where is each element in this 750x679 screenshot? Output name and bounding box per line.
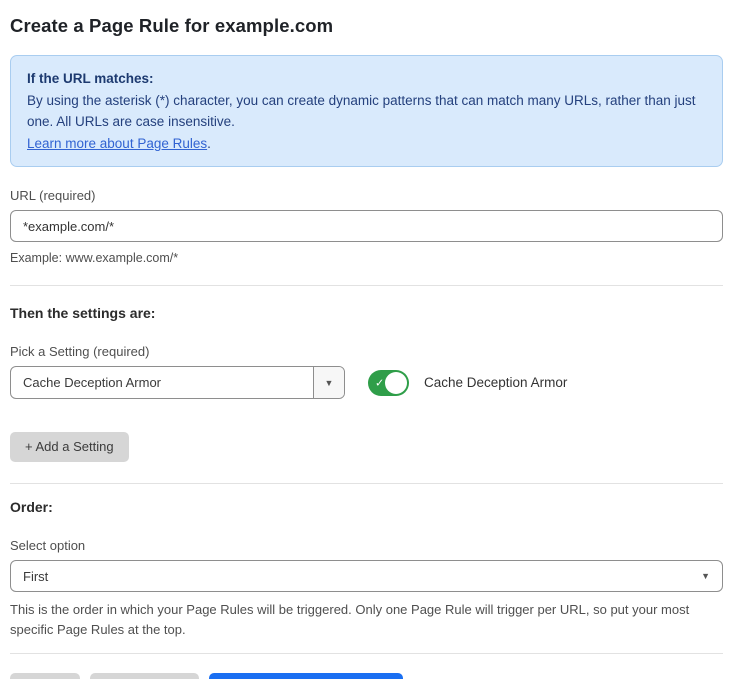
divider	[10, 285, 723, 286]
setting-select[interactable]: Cache Deception Armor ▼	[10, 366, 345, 399]
url-example-text: Example: www.example.com/*	[10, 249, 723, 268]
page-rule-form: Create a Page Rule for example.com If th…	[0, 0, 750, 679]
cancel-button[interactable]: Cancel	[10, 673, 80, 679]
url-input[interactable]	[10, 210, 723, 242]
chevron-down-icon: ▼	[325, 378, 334, 388]
info-box-heading: If the URL matches:	[27, 68, 706, 90]
divider	[10, 483, 723, 484]
setting-toggle[interactable]: ✓	[368, 370, 409, 396]
setting-row: Cache Deception Armor ▼ ✓ Cache Deceptio…	[10, 366, 723, 399]
setting-select-arrow-button[interactable]: ▼	[313, 367, 344, 398]
footer-actions: Cancel Save as Draft Save and Deploy Pag…	[10, 673, 723, 679]
settings-section-heading: Then the settings are:	[10, 305, 723, 321]
info-box-link-line: Learn more about Page Rules.	[27, 133, 706, 155]
order-select[interactable]: First ▼	[10, 560, 723, 592]
toggle-knob	[385, 372, 407, 394]
check-icon: ✓	[375, 376, 384, 389]
setting-picker-label: Pick a Setting (required)	[10, 344, 723, 359]
order-section-heading: Order:	[10, 499, 723, 515]
learn-more-link[interactable]: Learn more about Page Rules	[27, 136, 207, 151]
setting-select-value: Cache Deception Armor	[11, 367, 313, 398]
save-and-deploy-button[interactable]: Save and Deploy Page Rule	[209, 673, 402, 679]
add-setting-button[interactable]: + Add a Setting	[10, 432, 129, 462]
page-title: Create a Page Rule for example.com	[10, 15, 723, 37]
save-as-draft-button[interactable]: Save as Draft	[90, 673, 199, 679]
link-period: .	[207, 136, 211, 151]
url-field-label: URL (required)	[10, 188, 723, 203]
url-match-info-box: If the URL matches: By using the asteris…	[10, 55, 723, 167]
order-select-label: Select option	[10, 538, 723, 553]
order-help-text: This is the order in which your Page Rul…	[10, 600, 723, 639]
order-select-value: First	[23, 569, 701, 584]
setting-toggle-label: Cache Deception Armor	[424, 375, 567, 390]
info-box-body: By using the asterisk (*) character, you…	[27, 90, 706, 133]
divider	[10, 653, 723, 654]
chevron-down-icon: ▼	[701, 571, 710, 581]
